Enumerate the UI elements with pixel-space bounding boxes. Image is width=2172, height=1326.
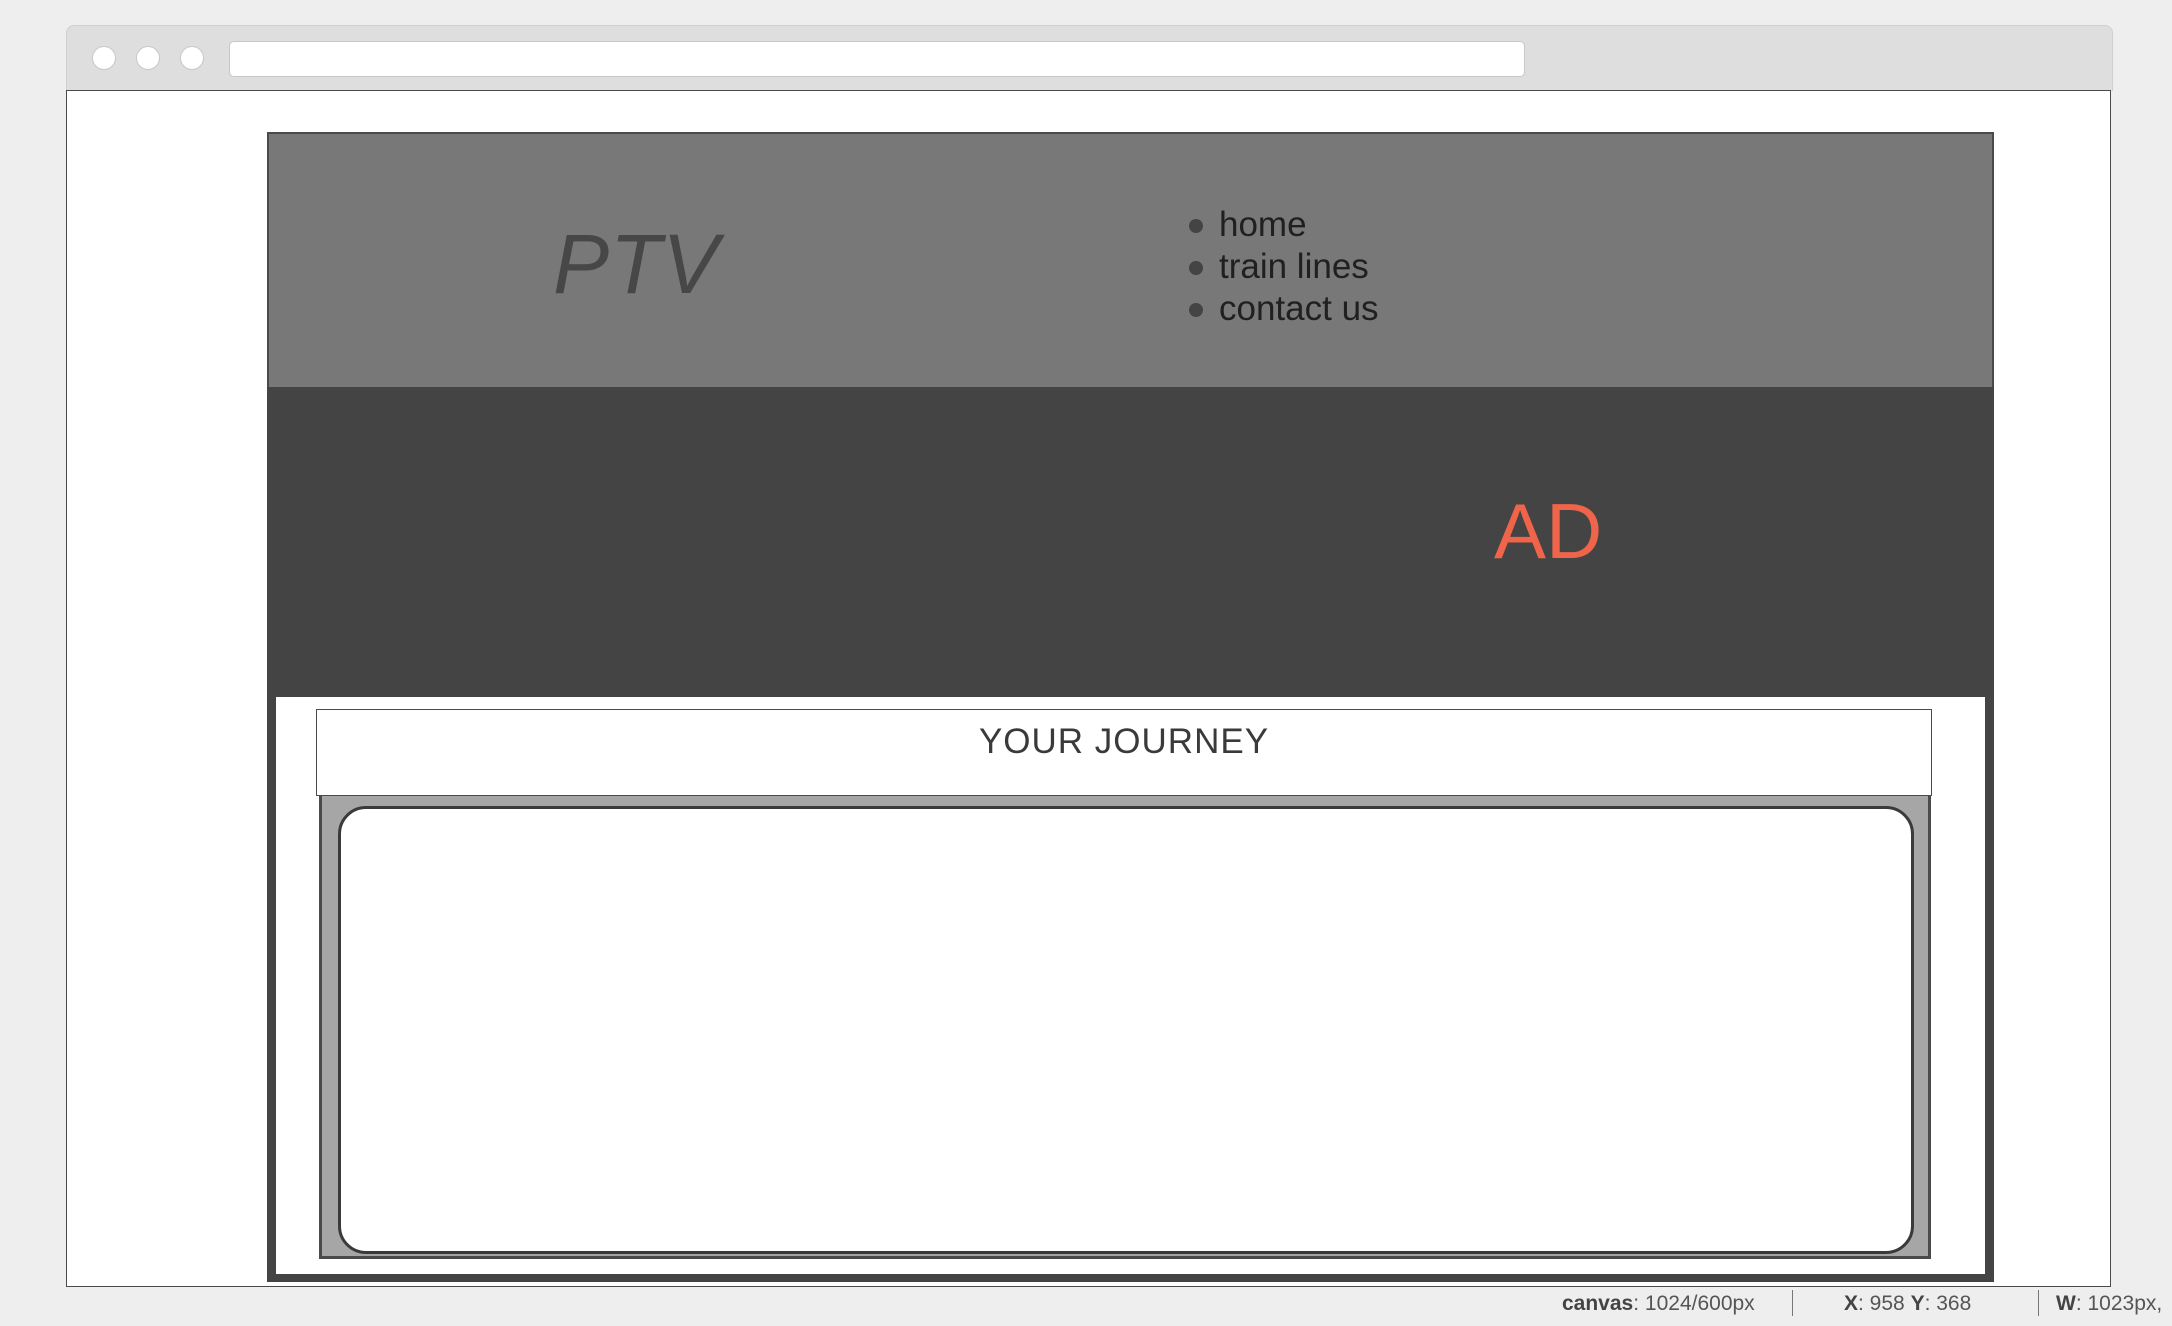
maximize-window-button[interactable] [180, 46, 204, 70]
ad-banner[interactable]: AD [267, 387, 1994, 697]
minimize-window-button[interactable] [136, 46, 160, 70]
ad-label: AD [1494, 487, 1603, 575]
bullet-icon [1189, 261, 1203, 275]
journey-content-box[interactable] [338, 806, 1914, 1254]
journey-panel [319, 796, 1931, 1259]
browser-window: PTV home train lines contact us AD YOUR … [66, 25, 2113, 1289]
nav-item-contact-us[interactable]: contact us [1189, 288, 1379, 330]
nav-item-home[interactable]: home [1189, 204, 1379, 246]
journey-section: YOUR JOURNEY [267, 697, 1994, 1282]
nav-item-label: contact us [1219, 289, 1379, 328]
site-header: PTV home train lines contact us [267, 132, 1994, 387]
nav-item-train-lines[interactable]: train lines [1189, 246, 1379, 288]
site-logo[interactable]: PTV [553, 222, 719, 306]
journey-title: YOUR JOURNEY [978, 722, 1270, 761]
nav-item-label: train lines [1219, 247, 1369, 286]
status-separator [1792, 1290, 1793, 1316]
close-window-button[interactable] [92, 46, 116, 70]
wireframe-canvas: PTV home train lines contact us AD YOUR … [66, 90, 2111, 1287]
canvas-size-readout: canvas: 1024/600px [1562, 1292, 1755, 1315]
site-mockup: PTV home train lines contact us AD YOUR … [267, 132, 1994, 1282]
bullet-icon [1189, 303, 1203, 317]
journey-header: YOUR JOURNEY [316, 709, 1932, 796]
bullet-icon [1189, 219, 1203, 233]
browser-titlebar [66, 25, 2113, 91]
address-bar[interactable] [229, 41, 1525, 77]
width-readout: W: 1023px, [2056, 1292, 2163, 1315]
main-nav: home train lines contact us [1189, 204, 1379, 330]
status-separator [2038, 1290, 2039, 1316]
cursor-position-readout: X: 958 Y: 368 [1844, 1292, 1972, 1315]
status-bar: canvas: 1024/600px X: 958 Y: 368 W: 1023… [0, 1290, 2172, 1326]
nav-item-label: home [1219, 205, 1307, 244]
